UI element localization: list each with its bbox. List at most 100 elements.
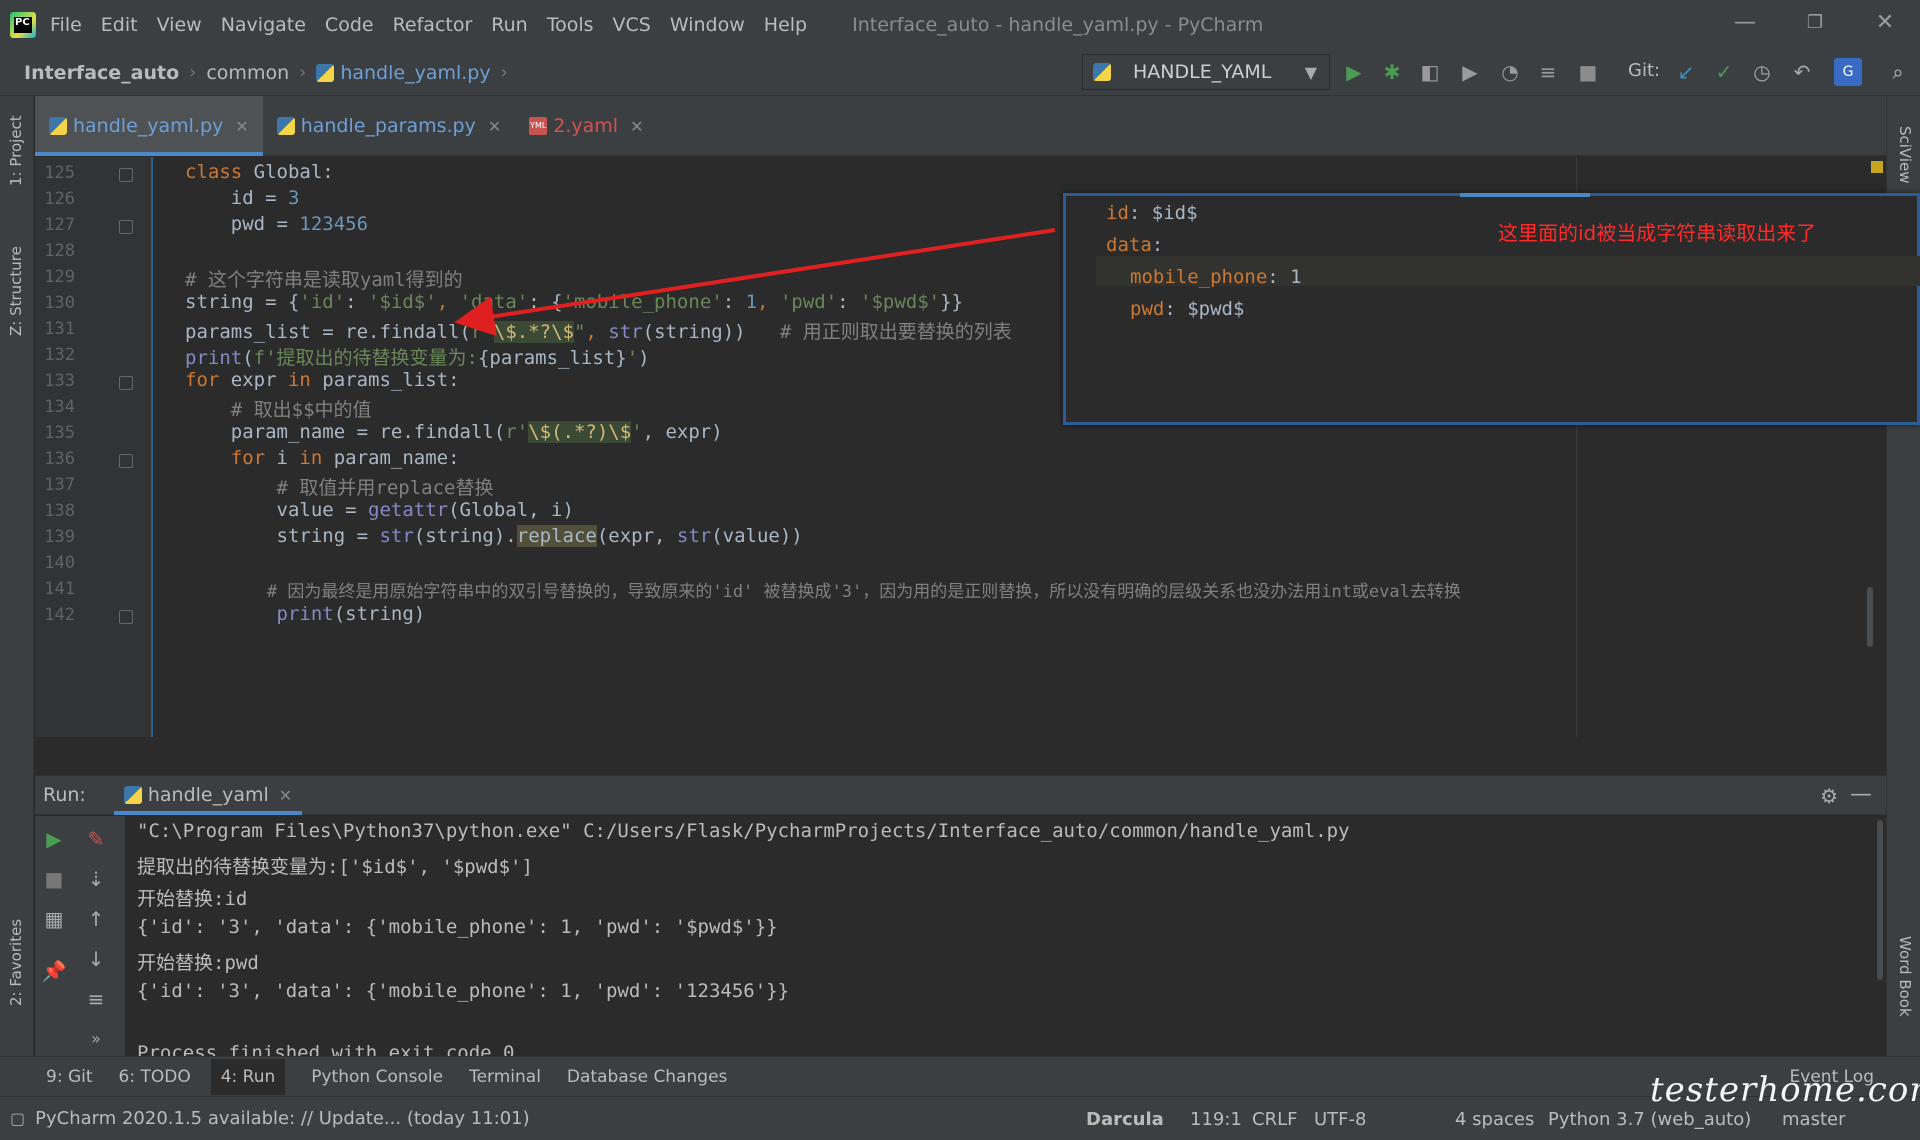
sort-icon[interactable]: ⇣ bbox=[83, 866, 109, 892]
down-arrow-icon[interactable]: ↓ bbox=[83, 946, 109, 972]
menu-file[interactable]: File bbox=[50, 14, 82, 36]
fold-icon[interactable] bbox=[119, 610, 133, 624]
database-changes-button[interactable]: Database Changes bbox=[567, 1067, 727, 1087]
menu-edit[interactable]: Edit bbox=[101, 14, 138, 36]
menu-run[interactable]: Run bbox=[491, 14, 527, 36]
annotation-text: 这里面的id被当成字符串读取出来了 bbox=[1498, 221, 1817, 245]
tab-2-yaml[interactable]: YML 2.yaml ✕ bbox=[515, 96, 657, 156]
menu-refactor[interactable]: Refactor bbox=[393, 14, 473, 36]
close-icon[interactable]: ✕ bbox=[235, 117, 248, 136]
console-output[interactable]: "C:\Program Files\Python37\python.exe" C… bbox=[125, 816, 1886, 1056]
profile-icon[interactable]: ▶ bbox=[1456, 58, 1484, 86]
project-tool-tab[interactable]: 1: Project bbox=[7, 115, 25, 186]
close-icon[interactable]: ✕ bbox=[630, 117, 643, 136]
clear-icon[interactable]: ✎ bbox=[83, 826, 109, 852]
tab-handle-params[interactable]: handle_params.py ✕ bbox=[263, 96, 516, 156]
console-scrollbar[interactable] bbox=[1877, 820, 1883, 980]
line-number: 130 bbox=[44, 293, 75, 313]
fold-gutter bbox=[115, 157, 151, 737]
code-line-135: param_name = re.findall(r'\$(.*?)\$', ex… bbox=[185, 421, 723, 443]
code-line-136: for i in param_name: bbox=[185, 447, 460, 469]
chevron-right-icon: › bbox=[189, 62, 197, 83]
run-with-icon[interactable]: ≡ bbox=[1534, 58, 1562, 86]
structure-tool-tab[interactable]: Z: Structure bbox=[7, 246, 25, 336]
git-branch[interactable]: master bbox=[1782, 1109, 1845, 1130]
code-line-133: for expr in params_list: bbox=[185, 369, 460, 391]
tool-window-bar: 9: Git 6: TODO 4: Run Python Console Ter… bbox=[0, 1056, 1920, 1096]
git-update-icon[interactable]: ↙ bbox=[1672, 58, 1700, 86]
indent-setting[interactable]: 4 spaces bbox=[1455, 1109, 1534, 1130]
yaml-line-data: data: bbox=[1106, 234, 1164, 256]
line-number: 142 bbox=[44, 605, 75, 625]
fold-icon[interactable] bbox=[119, 168, 133, 182]
menu-navigate[interactable]: Navigate bbox=[221, 14, 306, 36]
minimize-icon[interactable]: — bbox=[1730, 8, 1760, 38]
breadcrumb-file[interactable]: handle_yaml.py bbox=[340, 62, 490, 84]
update-message[interactable]: PyCharm 2020.1.5 available: // Update...… bbox=[35, 1108, 530, 1129]
word-book-tool-tab[interactable]: Word Book bbox=[1896, 936, 1914, 1017]
menu-window[interactable]: Window bbox=[670, 14, 745, 36]
console-line: 开始替换:pwd bbox=[137, 952, 259, 974]
terminal-button[interactable]: Terminal bbox=[469, 1067, 541, 1087]
line-number: 129 bbox=[44, 267, 75, 287]
more-icon[interactable]: » bbox=[83, 1026, 109, 1052]
run-panel-title: Run: bbox=[43, 784, 86, 806]
line-number: 128 bbox=[44, 241, 75, 261]
sciview-tool-tab[interactable]: SciView bbox=[1896, 126, 1914, 184]
menu-vcs[interactable]: VCS bbox=[613, 14, 651, 36]
breadcrumb-folder[interactable]: common bbox=[206, 62, 289, 84]
run-tool-button[interactable]: 4: Run bbox=[210, 1058, 286, 1095]
line-separator[interactable]: CRLF bbox=[1252, 1109, 1297, 1130]
tab-handle-yaml[interactable]: handle_yaml.py ✕ bbox=[35, 96, 263, 156]
line-number: 126 bbox=[44, 189, 75, 209]
todo-tool-button[interactable]: 6: TODO bbox=[119, 1067, 191, 1087]
file-encoding[interactable]: UTF-8 bbox=[1314, 1109, 1366, 1130]
menu-code[interactable]: Code bbox=[325, 14, 374, 36]
git-history-icon[interactable]: ◷ bbox=[1748, 58, 1776, 86]
stop-icon[interactable]: ■ bbox=[1574, 58, 1602, 86]
line-number: 136 bbox=[44, 449, 75, 469]
menu-help[interactable]: Help bbox=[764, 14, 807, 36]
theme-label[interactable]: Darcula bbox=[1086, 1109, 1164, 1130]
gear-icon[interactable]: ⚙ bbox=[1820, 784, 1838, 808]
python-interpreter[interactable]: Python 3.7 (web_auto) bbox=[1548, 1109, 1751, 1130]
python-icon bbox=[1093, 63, 1111, 81]
translate-icon[interactable]: G bbox=[1834, 58, 1862, 86]
close-window-icon[interactable]: ✕ bbox=[1870, 8, 1900, 38]
pin-icon[interactable]: 📌 bbox=[41, 958, 67, 984]
python-console-button[interactable]: Python Console bbox=[311, 1067, 443, 1087]
favorites-tool-tab[interactable]: 2: Favorites bbox=[7, 919, 25, 1006]
fold-icon[interactable] bbox=[119, 220, 133, 234]
stop-icon[interactable]: ■ bbox=[41, 866, 67, 892]
fold-icon[interactable] bbox=[119, 454, 133, 468]
debug-icon[interactable]: ✱ bbox=[1378, 58, 1406, 86]
fold-icon[interactable] bbox=[119, 376, 133, 390]
restore-icon[interactable]: ❐ bbox=[1800, 8, 1830, 38]
coverage-icon[interactable]: ◧ bbox=[1416, 58, 1444, 86]
console-line: Process finished with exit code 0 bbox=[137, 1042, 515, 1056]
caret-position[interactable]: 119:1 bbox=[1190, 1109, 1242, 1130]
status-layout-icon[interactable]: ▢ bbox=[10, 1109, 25, 1128]
git-tool-button[interactable]: 9: Git bbox=[46, 1067, 93, 1087]
run-icon[interactable]: ▶ bbox=[1340, 58, 1368, 86]
git-commit-icon[interactable]: ✓ bbox=[1710, 58, 1738, 86]
search-icon[interactable]: ⌕ bbox=[1884, 58, 1912, 86]
close-icon[interactable]: ✕ bbox=[279, 786, 292, 805]
rerun-icon[interactable]: ▶ bbox=[41, 826, 67, 852]
menu-tools[interactable]: Tools bbox=[547, 14, 594, 36]
tab-label: 2.yaml bbox=[553, 115, 619, 137]
editor-scrollbar[interactable] bbox=[1867, 587, 1873, 647]
hide-panel-icon[interactable]: — bbox=[1850, 782, 1872, 807]
menu-view[interactable]: View bbox=[157, 14, 202, 36]
git-rollback-icon[interactable]: ↶ bbox=[1788, 58, 1816, 86]
soft-wrap-icon[interactable]: ≡ bbox=[83, 986, 109, 1012]
concurrency-icon[interactable]: ◔ bbox=[1496, 58, 1524, 86]
layout-icon[interactable]: ▦ bbox=[41, 906, 67, 932]
run-configuration-select[interactable]: HANDLE_YAML ▼ bbox=[1082, 54, 1330, 90]
run-tab-handle-yaml[interactable]: handle_yaml ✕ bbox=[113, 775, 303, 815]
breadcrumb-project[interactable]: Interface_auto bbox=[24, 62, 179, 84]
close-icon[interactable]: ✕ bbox=[488, 117, 501, 136]
up-arrow-icon[interactable]: ↑ bbox=[83, 906, 109, 932]
yaml-line-id: id: $id$ bbox=[1106, 202, 1198, 224]
warning-indicator-icon[interactable] bbox=[1871, 161, 1883, 173]
